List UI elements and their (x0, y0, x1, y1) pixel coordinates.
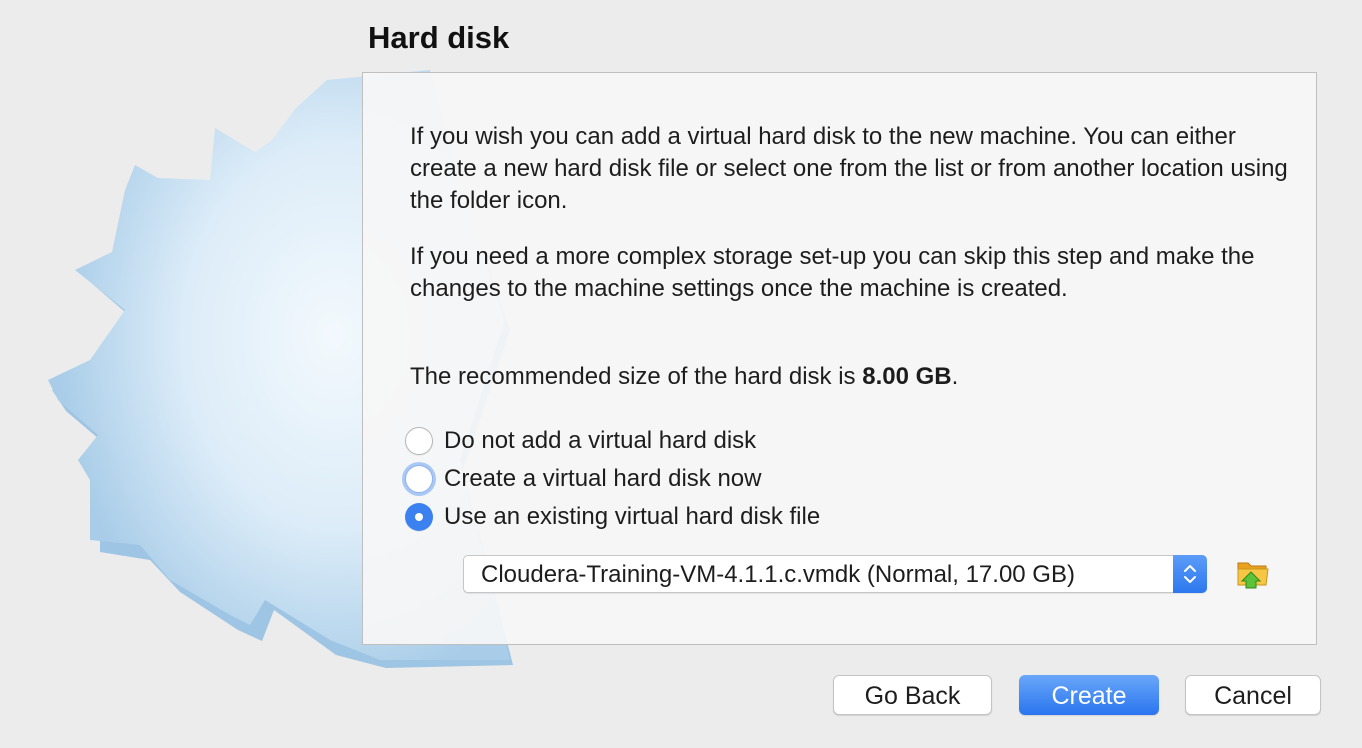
option-create-disk-label: Create a virtual hard disk now (444, 465, 762, 492)
disk-file-select[interactable]: Cloudera-Training-VM-4.1.1.c.vmdk (Norma… (463, 555, 1207, 593)
up-down-chevron-icon[interactable] (1173, 555, 1207, 593)
page-title: Hard disk (368, 20, 510, 55)
option-existing-disk[interactable]: Use an existing virtual hard disk file (405, 501, 820, 533)
description-paragraph-1: If you wish you can add a virtual hard d… (410, 123, 1288, 214)
cancel-button[interactable]: Cancel (1185, 675, 1321, 715)
go-back-button[interactable]: Go Back (833, 675, 992, 715)
recommended-size-suffix: . (951, 363, 959, 390)
description-paragraph-2: If you need a more complex storage set-u… (410, 243, 1255, 302)
recommended-size-prefix: The recommended size of the hard disk is (410, 363, 863, 390)
option-no-disk-label: Do not add a virtual hard disk (444, 427, 757, 454)
option-create-disk[interactable]: Create a virtual hard disk now (405, 463, 761, 495)
content-panel: If you wish you can add a virtual hard d… (362, 72, 1317, 645)
folder-icon[interactable] (1235, 557, 1271, 591)
radio-no-disk[interactable] (405, 427, 433, 455)
option-no-disk[interactable]: Do not add a virtual hard disk (405, 425, 756, 457)
recommended-size-text: The recommended size of the hard disk is… (410, 361, 1290, 393)
recommended-size-value: 8.00 GB (862, 363, 952, 390)
radio-existing-disk[interactable] (405, 503, 433, 531)
create-button[interactable]: Create (1019, 675, 1159, 715)
radio-create-disk[interactable] (405, 465, 433, 493)
option-existing-disk-label: Use an existing virtual hard disk file (444, 503, 821, 530)
disk-file-select-value: Cloudera-Training-VM-4.1.1.c.vmdk (Norma… (481, 561, 1075, 588)
